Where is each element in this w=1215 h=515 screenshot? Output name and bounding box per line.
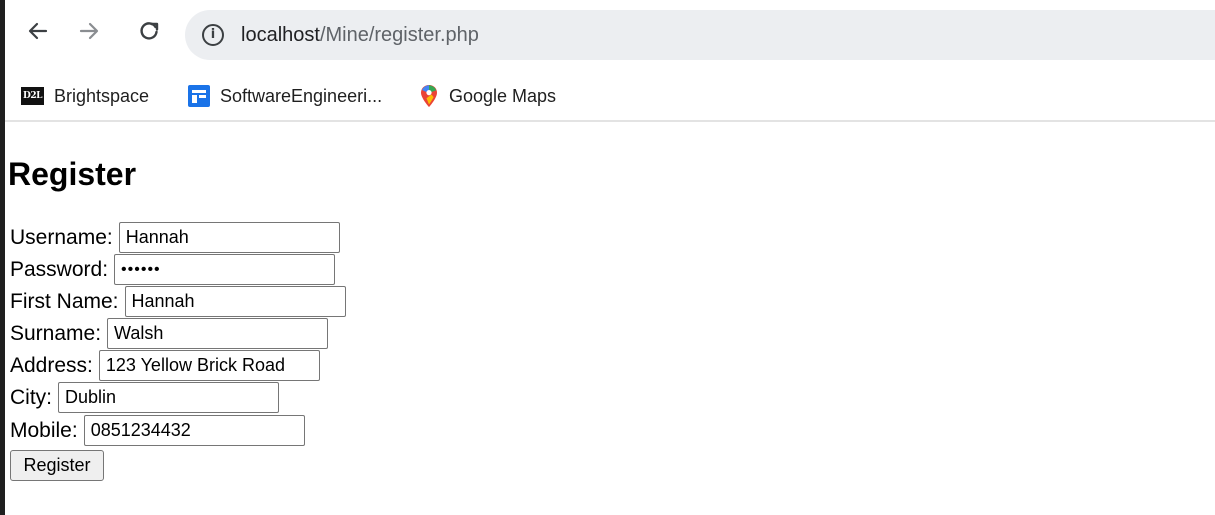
browser-window: i localhost/Mine/register.php D2L Bright… bbox=[0, 0, 1215, 515]
bookmarks-bar: D2L Brightspace SoftwareEngineeri... Goo… bbox=[5, 72, 1215, 122]
bookmark-label: Brightspace bbox=[54, 86, 150, 106]
username-label: Username: bbox=[10, 225, 113, 249]
reload-icon[interactable] bbox=[133, 15, 165, 47]
password-row: Password: •••••• bbox=[10, 254, 336, 285]
username-input[interactable]: Hannah bbox=[118, 222, 340, 253]
url-path: /Mine/register.php bbox=[319, 24, 479, 46]
back-arrow-icon[interactable] bbox=[22, 15, 54, 47]
address-row: Address: 123 Yellow Brick Road bbox=[10, 350, 320, 381]
forward-arrow-icon[interactable] bbox=[73, 15, 105, 47]
bookmark-label: SoftwareEngineeri... bbox=[220, 86, 383, 106]
forms-icon-left-block bbox=[192, 95, 197, 103]
password-input[interactable]: •••••• bbox=[114, 254, 336, 285]
forms-icon-top-bar bbox=[192, 90, 206, 93]
browser-toolbar: i localhost/Mine/register.php bbox=[5, 0, 1215, 72]
maps-pin-svg bbox=[421, 85, 437, 107]
address-bar[interactable]: i localhost/Mine/register.php bbox=[185, 10, 1215, 60]
back-arrow-svg bbox=[28, 22, 48, 40]
url-text[interactable]: localhost/Mine/register.php bbox=[241, 22, 479, 48]
surname-label: Surname: bbox=[10, 321, 102, 345]
info-circle-icon[interactable]: i bbox=[202, 24, 224, 46]
register-button[interactable]: Register bbox=[10, 450, 104, 481]
mobile-row: Mobile: 0851234432 bbox=[10, 415, 305, 446]
city-input[interactable]: Dublin bbox=[58, 382, 279, 413]
url-host: localhost bbox=[241, 24, 320, 46]
page-content: Register Username: Hannah Password: ••••… bbox=[8, 120, 1215, 515]
city-label: City: bbox=[10, 385, 52, 409]
address-label: Address: bbox=[10, 353, 93, 377]
mobile-input[interactable]: 0851234432 bbox=[83, 415, 305, 446]
bookmark-brightspace[interactable]: D2L Brightspace bbox=[21, 82, 149, 110]
first-name-row: First Name: Hannah bbox=[10, 286, 346, 317]
first-name-input[interactable]: Hannah bbox=[124, 286, 346, 317]
username-row: Username: Hannah bbox=[10, 222, 340, 253]
d2l-logo-icon: D2L bbox=[21, 87, 44, 105]
forms-icon-right-block bbox=[199, 95, 206, 98]
city-row: City: Dublin bbox=[10, 382, 279, 413]
surname-input[interactable]: Walsh bbox=[107, 318, 329, 349]
google-maps-icon bbox=[419, 84, 439, 108]
forward-arrow-svg bbox=[79, 22, 99, 40]
first-name-label: First Name: bbox=[10, 289, 119, 313]
address-input[interactable]: 123 Yellow Brick Road bbox=[98, 350, 320, 381]
google-forms-icon bbox=[188, 85, 210, 107]
bookmark-label: Google Maps bbox=[449, 86, 557, 106]
bookmark-software-engineering[interactable]: SoftwareEngineeri... bbox=[188, 82, 382, 110]
surname-row: Surname: Walsh bbox=[10, 318, 329, 349]
page-title: Register bbox=[8, 156, 137, 192]
reload-svg bbox=[140, 22, 159, 40]
mobile-label: Mobile: bbox=[10, 418, 78, 442]
bookmark-google-maps[interactable]: Google Maps bbox=[419, 82, 556, 110]
password-label: Password: bbox=[10, 257, 109, 281]
